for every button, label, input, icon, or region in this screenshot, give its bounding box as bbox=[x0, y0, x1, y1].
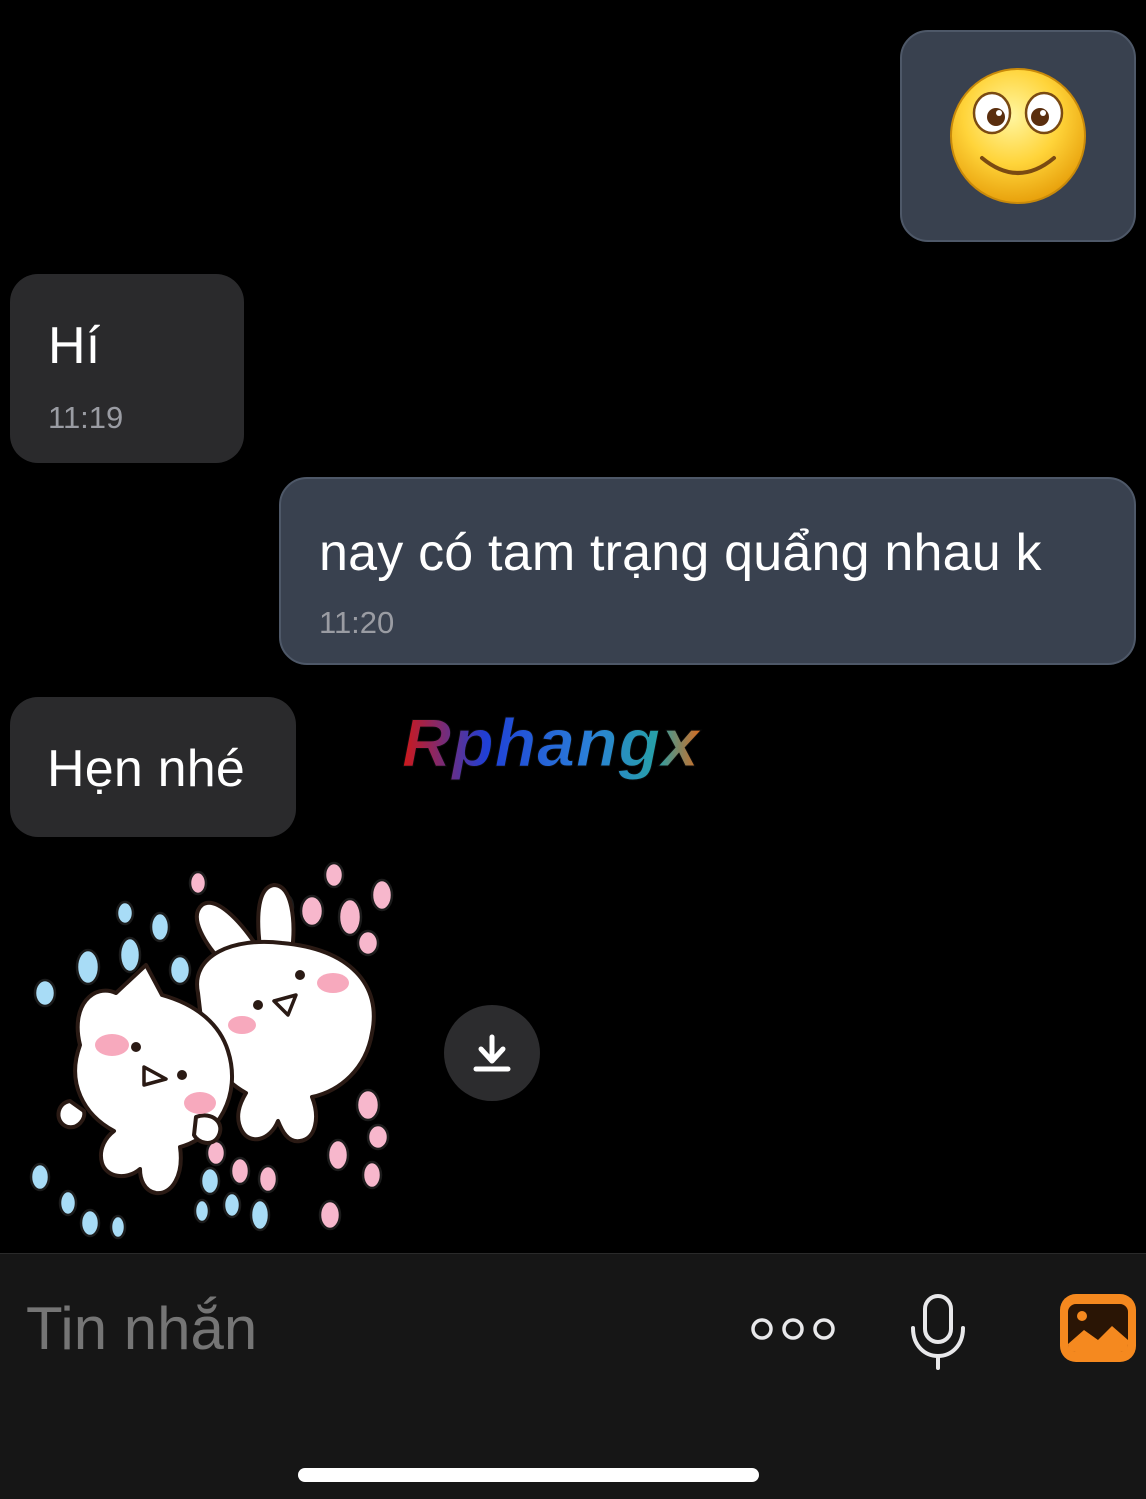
cat-and-bunny-sticker[interactable] bbox=[20, 855, 405, 1245]
outgoing-message[interactable]: nay có tam trạng quẩng nhau k 11:20 bbox=[279, 477, 1136, 665]
message-time: 11:20 bbox=[319, 605, 395, 640]
message-text: Hẹn nhé bbox=[47, 740, 245, 798]
microphone-button[interactable] bbox=[905, 1292, 971, 1372]
watermark-logo: Rphangx bbox=[400, 708, 745, 788]
download-icon bbox=[473, 1034, 511, 1072]
download-button[interactable] bbox=[444, 1005, 540, 1101]
more-dots-icon bbox=[751, 1318, 835, 1340]
microphone-icon bbox=[911, 1294, 965, 1370]
outgoing-emoji-message[interactable] bbox=[900, 30, 1136, 242]
gallery-icon bbox=[1060, 1294, 1136, 1362]
gallery-button[interactable] bbox=[1058, 1292, 1138, 1364]
message-composer bbox=[0, 1253, 1146, 1499]
incoming-message[interactable]: Hẹn nhé bbox=[10, 697, 296, 837]
home-indicator[interactable] bbox=[298, 1468, 759, 1482]
smiley-face-icon bbox=[950, 68, 1086, 204]
incoming-message[interactable]: Hí 11:19 bbox=[10, 274, 244, 463]
more-button[interactable] bbox=[750, 1309, 836, 1349]
message-input[interactable] bbox=[26, 1294, 666, 1363]
svg-text:Rphangx: Rphangx bbox=[402, 708, 702, 781]
message-text: nay có tam trạng quẩng nhau k bbox=[319, 524, 1042, 582]
message-text: Hí bbox=[48, 317, 101, 375]
message-time: 11:19 bbox=[48, 400, 124, 435]
